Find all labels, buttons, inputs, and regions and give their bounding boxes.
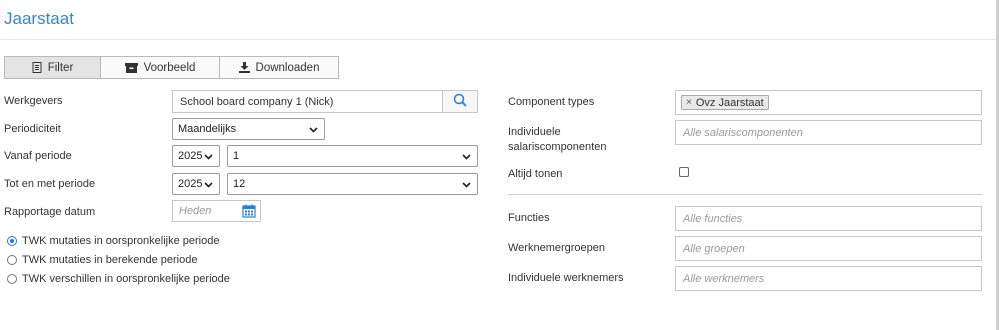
radio-button[interactable] — [7, 255, 17, 265]
rapportage-datum-label: Rapportage datum — [4, 206, 96, 218]
individuele-label-line2: salariscomponenten — [508, 141, 607, 153]
individuele-werknemers-label: Individuele werknemers — [508, 272, 624, 284]
individuele-werknemers-placeholder: Alle werknemers — [683, 272, 765, 285]
chevron-down-icon — [462, 152, 471, 164]
individuele-werknemers-input[interactable]: Alle werknemers — [675, 266, 982, 291]
page-title: Jaarstaat — [4, 9, 74, 28]
altijd-tonen-label: Altijd tonen — [508, 168, 563, 180]
archive-box-icon — [124, 62, 138, 73]
radio-twk-mutaties-berekend[interactable]: TWK mutaties in berekende periode — [7, 254, 197, 266]
werkgevers-value: School board company 1 (Nick) — [180, 95, 334, 108]
werknemergroepen-label: Werknemergroepen — [508, 242, 606, 254]
individuele-salariscomponenten-input[interactable]: Alle salariscomponenten — [675, 120, 982, 145]
radio-twk-mutaties-oorspronkelijk[interactable]: TWK mutaties in oorspronkelijke periode — [7, 235, 219, 247]
werkgevers-label: Werkgevers — [4, 95, 63, 107]
tab-downloaden-label: Downloaden — [255, 61, 320, 74]
component-type-tag: × Ovz Jaarstaat — [681, 95, 769, 110]
radio-label: TWK mutaties in oorspronkelijke periode — [22, 235, 220, 247]
tab-voorbeeld-label: Voorbeeld — [143, 61, 196, 74]
rapportage-datum-placeholder: Heden — [179, 205, 212, 217]
vanaf-periode-label: Vanaf periode — [4, 150, 72, 162]
tot-period-value: 12 — [233, 178, 246, 190]
tot-year-value: 2025 — [178, 178, 203, 190]
periodiciteit-value: Maandelijks — [178, 123, 237, 135]
vanaf-year-select[interactable]: 2025 — [172, 145, 220, 167]
section-divider — [508, 194, 982, 195]
component-type-tag-label: Ovz Jaarstaat — [695, 96, 764, 109]
vanaf-period-value: 1 — [233, 150, 240, 162]
altijd-tonen-checkbox[interactable] — [679, 167, 689, 177]
periodiciteit-select[interactable]: Maandelijks — [172, 118, 325, 140]
radio-twk-verschillen-oorspronkelijk[interactable]: TWK verschillen in oorspronkelijke perio… — [7, 273, 230, 285]
werknemergroepen-placeholder: Alle groepen — [683, 242, 745, 255]
document-icon — [32, 62, 42, 73]
vanaf-year-value: 2025 — [178, 150, 203, 162]
title-divider — [0, 39, 999, 40]
functies-placeholder: Alle functies — [683, 212, 743, 225]
individuele-salariscomponenten-placeholder: Alle salariscomponenten — [683, 126, 803, 139]
search-icon — [453, 93, 467, 110]
werknemergroepen-input[interactable]: Alle groepen — [675, 236, 982, 261]
close-icon[interactable]: × — [686, 97, 692, 108]
component-types-label: Component types — [508, 96, 595, 108]
chevron-down-icon — [462, 180, 471, 192]
tot-period-select[interactable]: 12 — [227, 173, 478, 195]
calendar-icon[interactable] — [242, 204, 256, 221]
tot-year-select[interactable]: 2025 — [172, 173, 220, 195]
vanaf-period-select[interactable]: 1 — [227, 145, 478, 167]
download-icon — [238, 62, 250, 73]
functies-input[interactable]: Alle functies — [675, 206, 982, 231]
tab-filter[interactable]: Filter — [4, 56, 101, 79]
individuele-salariscomponenten-label: Individuele salariscomponenten — [508, 125, 606, 155]
rapportage-datum-input[interactable]: Heden — [172, 200, 261, 222]
werkgevers-search-button[interactable] — [442, 90, 478, 113]
tot-en-met-periode-label: Tot en met periode — [4, 178, 96, 190]
radio-label: TWK mutaties in berekende periode — [22, 254, 198, 266]
tab-bar: Filter Voorbeeld Downloaden — [4, 56, 339, 79]
periodiciteit-label: Periodiciteit — [4, 123, 61, 135]
tab-downloaden[interactable]: Downloaden — [220, 56, 339, 79]
radio-button-checked[interactable] — [7, 236, 17, 246]
tab-filter-label: Filter — [47, 61, 74, 74]
chevron-down-icon — [204, 180, 213, 192]
component-types-field[interactable]: × Ovz Jaarstaat — [675, 90, 982, 115]
individuele-label-line1: Individuele — [508, 126, 561, 138]
functies-label: Functies — [508, 212, 550, 224]
chevron-down-icon — [309, 125, 318, 137]
werkgevers-field[interactable]: School board company 1 (Nick) — [172, 90, 443, 113]
radio-label: TWK verschillen in oorspronkelijke perio… — [22, 273, 230, 285]
radio-button[interactable] — [7, 274, 17, 284]
chevron-down-icon — [204, 152, 213, 164]
tab-voorbeeld[interactable]: Voorbeeld — [101, 56, 220, 79]
